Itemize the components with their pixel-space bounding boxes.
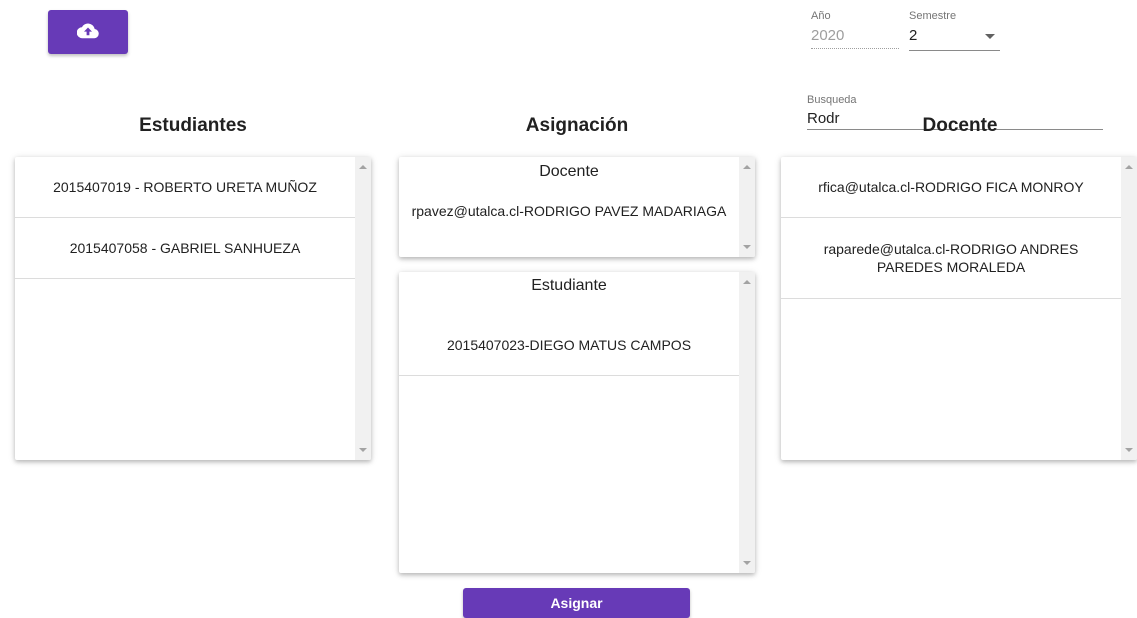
students-heading: Estudiantes	[139, 115, 247, 136]
assigned-teacher-box[interactable]: Docente rpavez@utalca.cl-RODRIGO PAVEZ M…	[399, 157, 755, 257]
assigned-teacher-value[interactable]: rpavez@utalca.cl-RODRIGO PAVEZ MADARIAGA	[399, 191, 739, 231]
teacher-list-item[interactable]: raparede@utalca.cl-RODRIGO ANDRES PAREDE…	[781, 218, 1121, 299]
year-label: Año	[811, 10, 831, 22]
search-label: Busqueda	[807, 94, 857, 106]
upload-button[interactable]	[48, 10, 128, 54]
teachers-list[interactable]: rfica@utalca.cl-RODRIGO FICA MONROY rapa…	[781, 157, 1137, 460]
semester-value: 2	[909, 27, 918, 44]
scroll-down-icon[interactable]	[743, 245, 751, 249]
search-input[interactable]: Rodr	[807, 110, 840, 127]
scroll-up-icon[interactable]	[743, 280, 751, 284]
assigned-student-box[interactable]: Estudiante 2015407023-DIEGO MATUS CAMPOS	[399, 272, 755, 573]
arrow-drop-down-icon	[985, 34, 995, 39]
student-list-item[interactable]: 2015407019 - ROBERTO URETA MUÑOZ	[15, 157, 355, 218]
teacher-list-item[interactable]: rfica@utalca.cl-RODRIGO FICA MONROY	[781, 157, 1121, 218]
scroll-up-icon[interactable]	[743, 165, 751, 169]
year-field: 2020	[811, 27, 845, 44]
cloud-upload-icon	[76, 23, 99, 42]
semester-select[interactable]: 2	[909, 24, 1000, 50]
assigned-student-value[interactable]: 2015407023-DIEGO MATUS CAMPOS	[399, 314, 739, 376]
teacher-box-scrollbar[interactable]	[739, 157, 755, 257]
scroll-up-icon[interactable]	[359, 165, 367, 169]
teachers-scrollbar[interactable]	[1121, 157, 1137, 460]
scroll-down-icon[interactable]	[359, 448, 367, 452]
assigned-student-title: Estudiante	[531, 277, 607, 294]
assignment-heading: Asignación	[525, 115, 629, 136]
scroll-down-icon[interactable]	[1125, 448, 1133, 452]
assigned-teacher-title: Docente	[539, 163, 599, 180]
students-list[interactable]: 2015407019 - ROBERTO URETA MUÑOZ 2015407…	[15, 157, 371, 460]
students-scrollbar[interactable]	[355, 157, 371, 460]
scroll-down-icon[interactable]	[743, 561, 751, 565]
semester-underline	[909, 50, 1000, 51]
scroll-up-icon[interactable]	[1125, 165, 1133, 169]
year-underline	[811, 48, 899, 49]
student-list-item[interactable]: 2015407058 - GABRIEL SANHUEZA	[15, 218, 355, 279]
teachers-heading: Docente	[922, 115, 998, 136]
semester-label: Semestre	[909, 10, 957, 22]
student-box-scrollbar[interactable]	[739, 272, 755, 573]
